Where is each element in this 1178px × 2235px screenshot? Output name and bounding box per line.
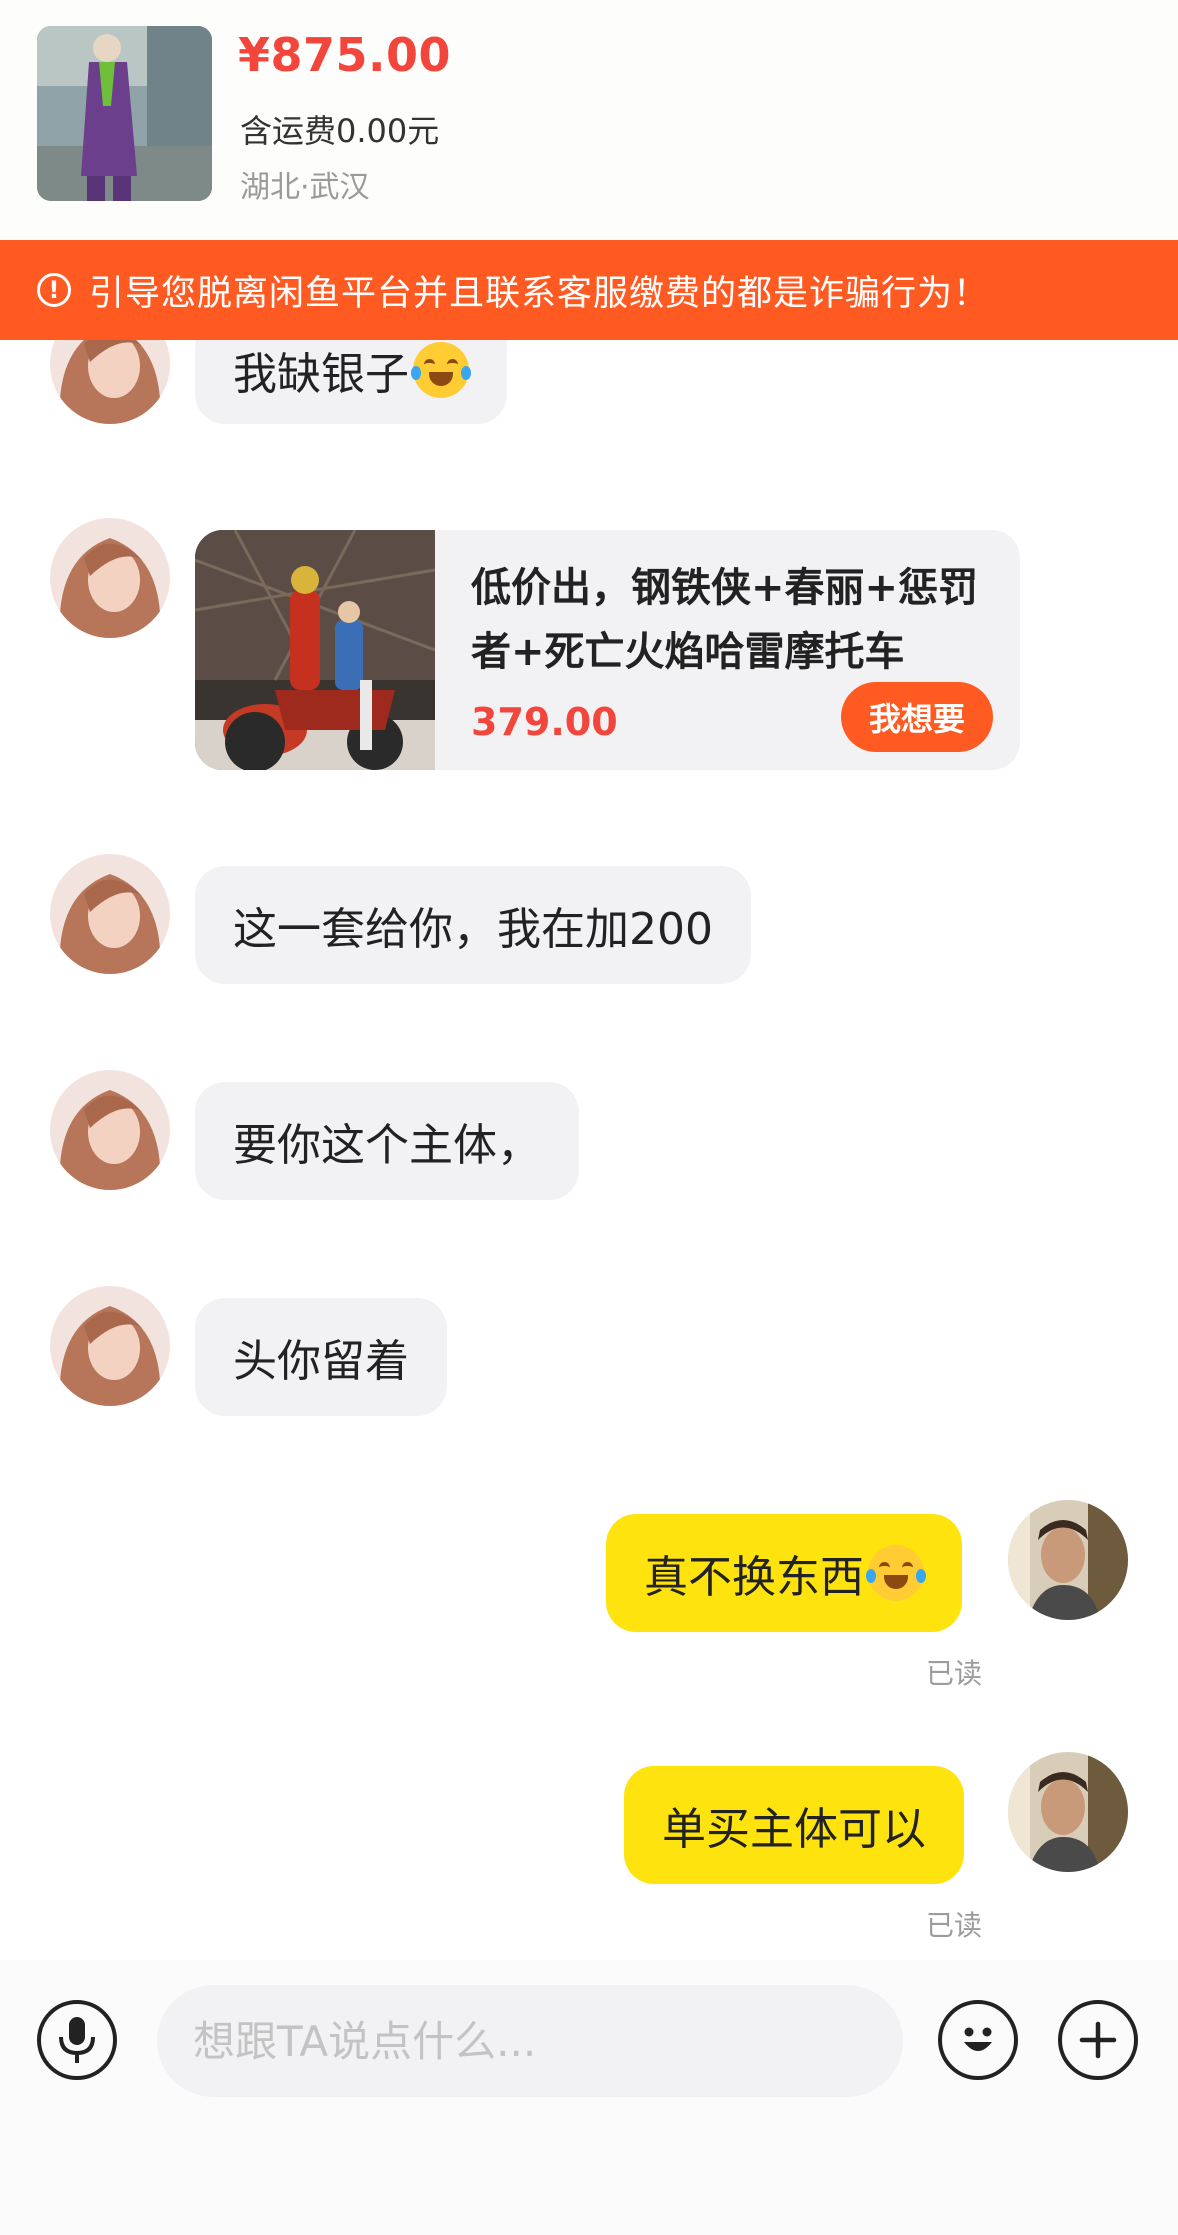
tears-of-joy-emoji [411,342,471,398]
message-text: 我缺银子 [233,349,409,400]
i-want-it-button[interactable]: 我想要 [841,682,993,752]
seller-avatar[interactable] [50,1286,170,1406]
product-location: 湖北·武汉 [240,170,370,205]
message-bubble-outgoing[interactable]: 单买主体可以 [624,1766,964,1884]
product-shipping-fee: 含运费0.00元 [240,112,440,150]
message-bubble-incoming[interactable]: 我缺银子 [195,340,507,424]
my-avatar[interactable] [1008,1500,1128,1620]
read-status: 已读 [926,1657,983,1690]
message-text: 单买主体可以 [662,1804,926,1855]
fraud-warning-text: 引导您脱离闲鱼平台并且联系客服缴费的都是诈骗行为！ [89,273,990,314]
voice-input-button[interactable] [37,2000,117,2080]
shared-product-card[interactable]: 低价出，钢铁侠+春丽+惩罚者+死亡火焰哈雷摩托车 379.00 我想要 [195,530,1020,770]
product-thumbnail[interactable] [37,26,212,201]
microphone-icon [59,2017,95,2063]
more-actions-button[interactable] [1058,2000,1138,2080]
read-status: 已读 [926,1909,983,1942]
message-text: 这一套给你，我在加200 [233,904,713,955]
message-text: 真不换东西 [644,1552,864,1603]
exclamation-circle-icon: ! [37,273,71,307]
seller-avatar[interactable] [50,340,170,424]
my-avatar[interactable] [1008,1752,1128,1872]
fraud-warning-banner: ! 引导您脱离闲鱼平台并且联系客服缴费的都是诈骗行为！ [0,240,1178,340]
message-text: 头你留着 [233,1336,409,1387]
chat-message-list[interactable]: 我缺银子 低价出，钢铁侠+春丽+惩罚者+死亡火焰哈雷摩托车 379.00 我想要… [0,340,1178,1960]
smiley-icon [964,2027,992,2051]
seller-avatar[interactable] [50,1070,170,1190]
message-bubble-outgoing[interactable]: 真不换东西 [606,1514,962,1632]
message-input[interactable] [157,1985,903,2097]
seller-avatar[interactable] [50,854,170,974]
message-bubble-incoming[interactable]: 这一套给你，我在加200 [195,866,751,984]
message-text: 要你这个主体， [233,1120,541,1171]
emoji-button[interactable] [938,2000,1018,2080]
product-price: ¥875.00 [238,28,452,82]
message-bubble-incoming[interactable]: 头你留着 [195,1298,447,1416]
shared-product-image [195,530,436,770]
message-bubble-incoming[interactable]: 要你这个主体， [195,1082,579,1200]
loudly-crying-emoji [866,1545,926,1601]
seller-avatar[interactable] [50,518,170,638]
shared-product-price: 379.00 [471,700,618,744]
plus-icon [1079,2021,1117,2059]
shared-product-title: 低价出，钢铁侠+春丽+惩罚者+死亡火焰哈雷摩托车 [471,565,979,675]
product-header[interactable]: ¥875.00 含运费0.00元 湖北·武汉 [0,0,1178,240]
